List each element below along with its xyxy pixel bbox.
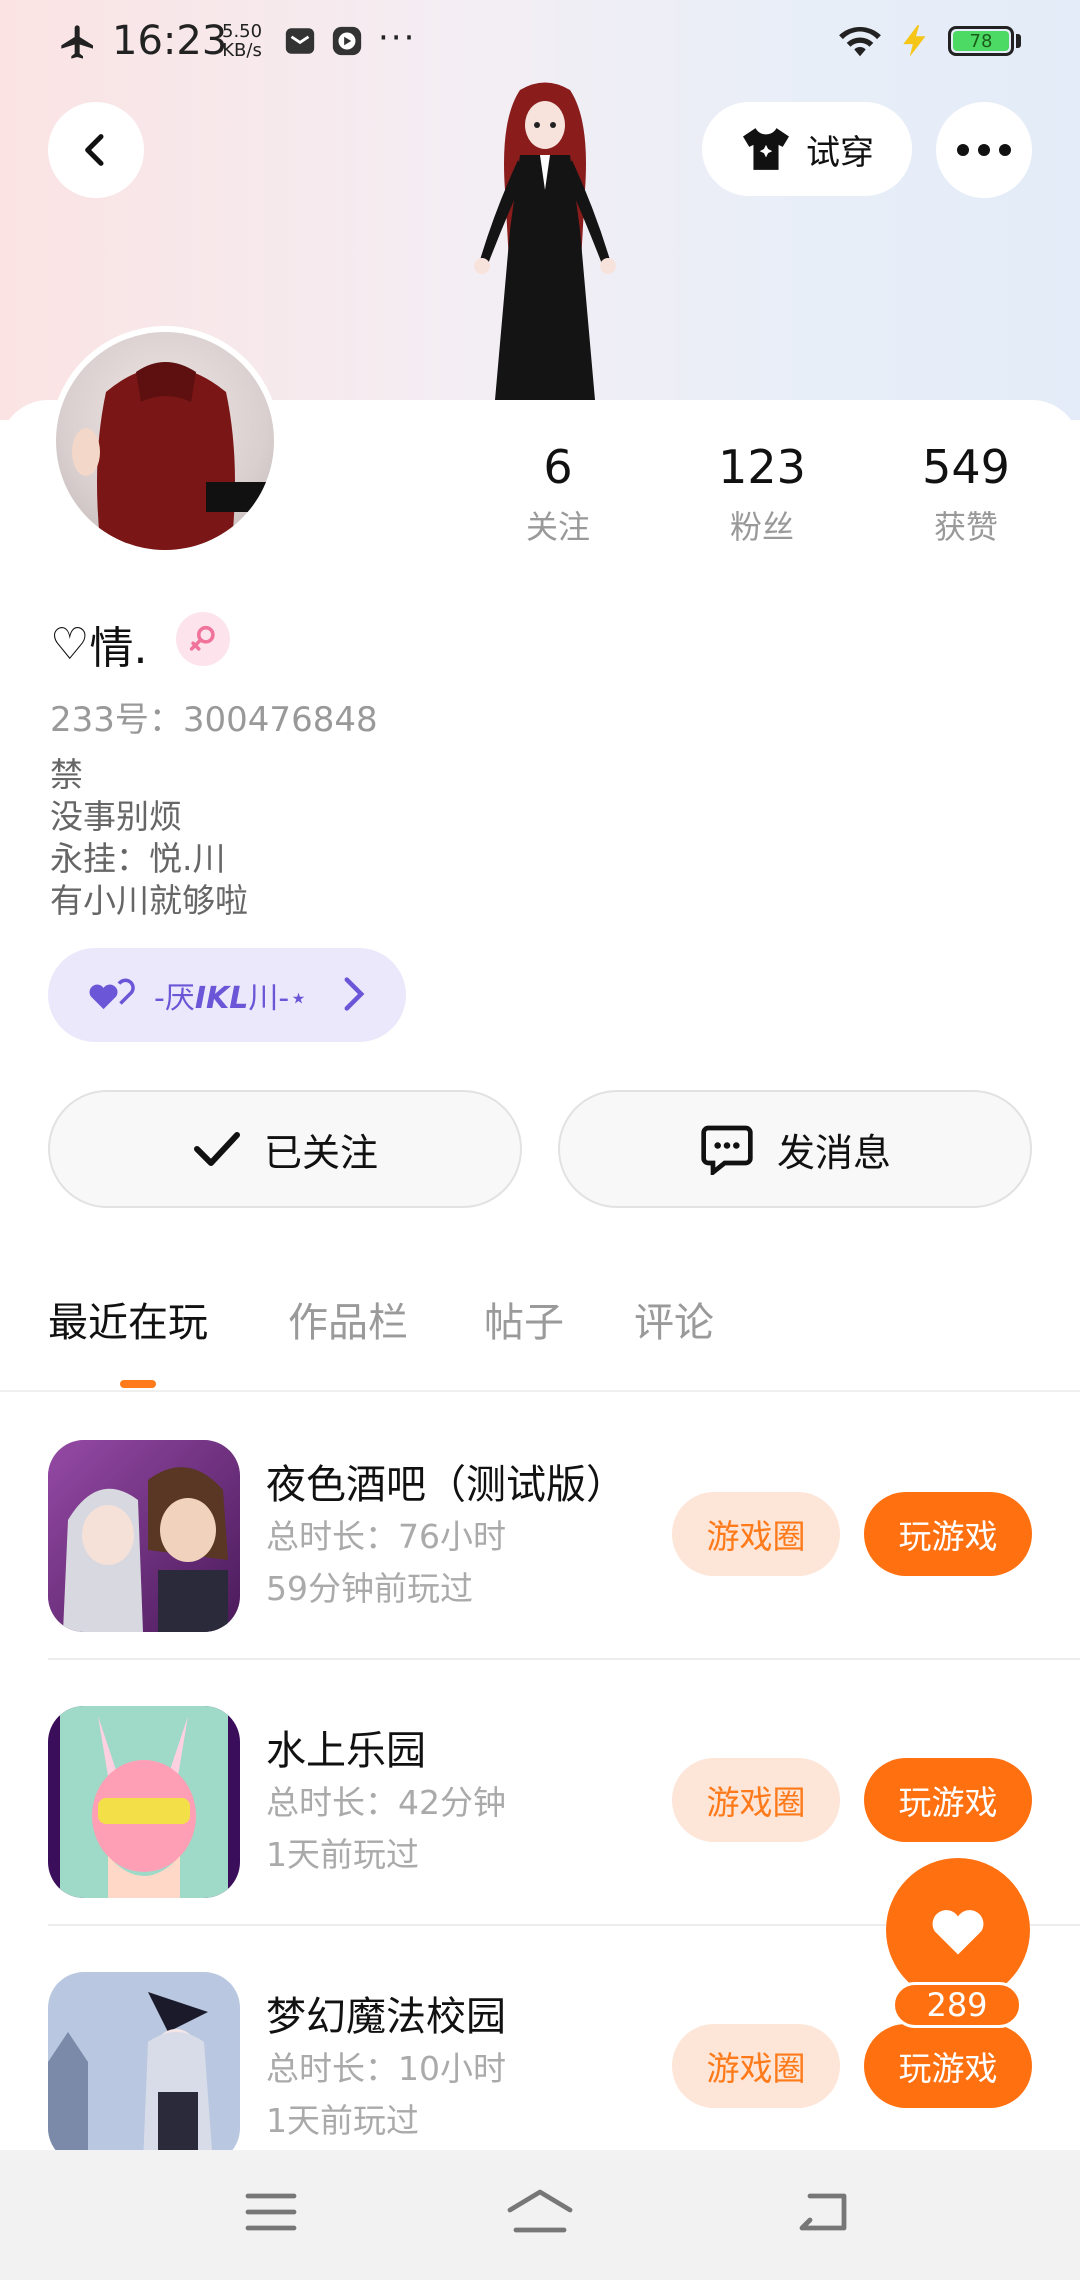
tab-works[interactable]: 作品栏 xyxy=(288,1290,408,1348)
bio-line: 永挂：悦.川 xyxy=(50,839,226,878)
more-dots-icon xyxy=(957,144,1011,156)
stat-followers[interactable]: 123 粉丝 xyxy=(682,440,842,548)
game-circle-button[interactable]: 游戏圈 xyxy=(672,1758,840,1842)
back-nav-icon[interactable] xyxy=(796,2190,850,2234)
heart-icon xyxy=(932,1910,984,1955)
wifi-icon xyxy=(839,26,881,57)
message-icon xyxy=(285,28,315,54)
tab-recently-played[interactable]: 最近在玩 xyxy=(48,1290,208,1348)
checkmark-icon xyxy=(193,1132,240,1166)
game-circle-button[interactable]: 游戏圈 xyxy=(672,1492,840,1576)
more-notifications: ··· xyxy=(378,18,417,58)
network-speed: 5.50 KB/s xyxy=(222,21,263,61)
game-icon-magic-school xyxy=(48,1972,240,2164)
battery-tip xyxy=(1016,34,1021,48)
followed-label: 已关注 xyxy=(263,1130,378,1175)
user-id: 233号：300476848 xyxy=(50,692,378,741)
game-circle-button[interactable]: 游戏圈 xyxy=(672,2024,840,2108)
chevron-right-icon xyxy=(344,977,365,1011)
nickname: ♡ 情. xyxy=(50,612,147,676)
game-icon-water-park xyxy=(48,1706,240,1898)
female-icon xyxy=(189,625,215,651)
gender-badge xyxy=(176,612,230,666)
play-game-button[interactable]: 玩游戏 xyxy=(864,2024,1032,2108)
media-icon xyxy=(332,26,362,56)
bio-line: 有小川就够啦 xyxy=(50,881,248,920)
battery-indicator: 78 xyxy=(948,26,1014,56)
menu-icon[interactable] xyxy=(244,2190,298,2234)
game-title: 水上乐园 xyxy=(266,1728,426,1774)
tab-comments[interactable]: 评论 xyxy=(634,1290,714,1348)
game-last-played: 59分钟前玩过 xyxy=(266,1569,473,1608)
send-message-button[interactable]: 发消息 xyxy=(558,1090,1032,1208)
game-last-played: 1天前玩过 xyxy=(266,2101,419,2140)
tshirt-icon xyxy=(743,128,789,170)
chevron-left-icon xyxy=(85,134,104,166)
like-count: 289 xyxy=(892,1982,1022,2028)
game-duration: 总时长：10小时 xyxy=(266,2049,506,2088)
game-title: 夜色酒吧（测试版） xyxy=(266,1462,626,1508)
active-tab-indicator xyxy=(120,1380,156,1388)
play-game-button[interactable]: 玩游戏 xyxy=(864,1758,1032,1842)
profile-tabs: 最近在玩 作品栏 帖子 评论 xyxy=(0,1290,1080,1390)
home-icon[interactable] xyxy=(504,2186,576,2236)
nickname-symbol: ♡ xyxy=(50,618,90,670)
status-time: 16:23 xyxy=(112,18,228,64)
play-game-button[interactable]: 玩游戏 xyxy=(864,1492,1032,1576)
try-on-button[interactable]: 试穿 xyxy=(702,102,912,196)
game-title: 梦幻魔法校园 xyxy=(266,1994,506,2040)
stat-following[interactable]: 6 关注 xyxy=(478,440,638,548)
more-button[interactable] xyxy=(936,102,1032,198)
game-icon-night-bar xyxy=(48,1440,240,1632)
chat-bubble-icon xyxy=(701,1125,753,1175)
stat-likes[interactable]: 549 获赞 xyxy=(886,440,1046,548)
system-navigation-bar xyxy=(0,2150,1080,2280)
like-button[interactable] xyxy=(886,1858,1030,2002)
charging-icon xyxy=(903,25,926,57)
avatar-character-figure xyxy=(430,80,660,400)
tab-posts[interactable]: 帖子 xyxy=(484,1290,564,1348)
status-bar: 16:23 5.50 KB/s ··· 78 xyxy=(0,0,1080,84)
tabs-divider xyxy=(0,1390,1080,1392)
airplane-icon xyxy=(61,25,93,59)
avatar-image xyxy=(56,332,274,550)
double-heart-icon xyxy=(89,978,135,1010)
game-duration: 总时长：42分钟 xyxy=(266,1783,506,1822)
back-button[interactable] xyxy=(48,102,144,198)
guild-link[interactable]: -厌IKL川-⋆ xyxy=(48,948,406,1042)
bio-line: 禁 xyxy=(50,755,83,794)
user-id-value: 300476848 xyxy=(182,700,378,740)
game-last-played: 1天前玩过 xyxy=(266,1835,419,1874)
try-on-label: 试穿 xyxy=(806,132,874,173)
game-list-item[interactable]: 夜色酒吧（测试版） 总时长：76小时 59分钟前玩过 游戏圈 玩游戏 xyxy=(0,1394,1080,1660)
bio: 禁 没事别烦 永挂：悦.川 有小川就够啦 xyxy=(50,754,248,922)
nickname-text: 情. xyxy=(89,623,148,674)
followed-button[interactable]: 已关注 xyxy=(48,1090,522,1208)
send-message-label: 发消息 xyxy=(776,1130,891,1175)
bio-line: 没事别烦 xyxy=(50,797,182,836)
user-id-label: 233号： xyxy=(50,700,183,740)
avatar[interactable] xyxy=(50,326,280,556)
guild-name: -厌IKL川-⋆ xyxy=(154,981,308,1016)
game-duration: 总时长：76小时 xyxy=(266,1517,506,1556)
